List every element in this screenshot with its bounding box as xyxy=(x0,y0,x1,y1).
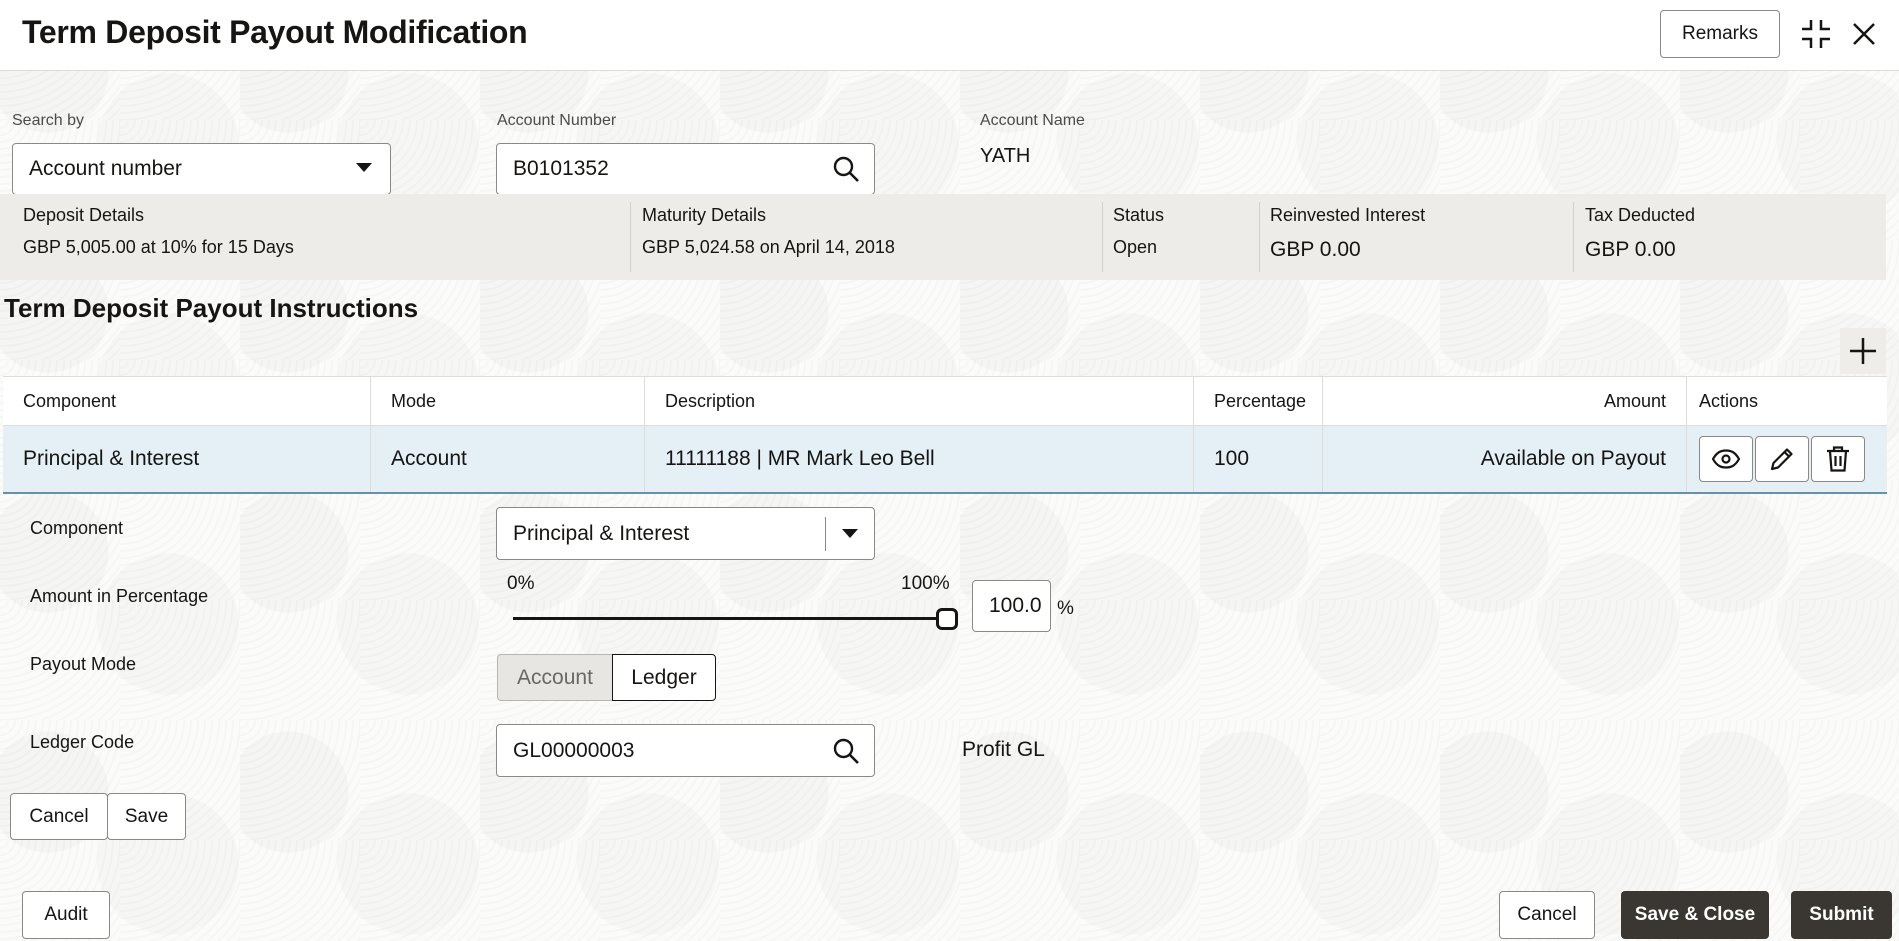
column-header-amount: Amount xyxy=(1323,377,1687,425)
percent-symbol: % xyxy=(1057,598,1074,619)
caret-down-icon xyxy=(356,160,390,178)
divider xyxy=(1102,202,1103,272)
row-component: Principal & Interest xyxy=(3,426,371,492)
column-header-percentage: Percentage xyxy=(1194,377,1323,425)
eye-icon xyxy=(1712,449,1740,469)
slider-max-label: 100% xyxy=(901,573,950,594)
page-title: Term Deposit Payout Modification xyxy=(22,14,528,50)
ledger-code-value: GL00000003 xyxy=(513,738,635,762)
column-header-component: Component xyxy=(3,377,371,425)
component-label: Component xyxy=(30,518,124,538)
account-name-label: Account Name xyxy=(980,112,1085,129)
maturity-details-value: GBP 5,024.58 on April 14, 2018 xyxy=(642,237,895,257)
row-mode: Account xyxy=(371,426,645,492)
column-header-mode: Mode xyxy=(371,377,645,425)
deposit-details-label: Deposit Details xyxy=(23,205,145,225)
component-select[interactable]: Principal & Interest xyxy=(496,507,875,560)
minimize-icon[interactable] xyxy=(1798,16,1834,52)
table-row[interactable]: Principal & Interest Account 11111188 | … xyxy=(3,426,1887,494)
close-icon[interactable] xyxy=(1846,16,1882,52)
deposit-details-value: GBP 5,005.00 at 10% for 15 Days xyxy=(23,237,294,257)
account-number-value: B0101352 xyxy=(513,157,609,180)
tax-deducted-label: Tax Deducted xyxy=(1585,205,1696,225)
slider-handle[interactable] xyxy=(936,608,958,630)
search-icon[interactable] xyxy=(832,737,874,765)
table-header-row: Component Mode Description Percentage Am… xyxy=(3,376,1887,426)
reinvested-interest-value: GBP 0.00 xyxy=(1270,238,1361,261)
row-amount: Available on Payout xyxy=(1323,426,1687,492)
divider xyxy=(1259,202,1260,272)
status-value: Open xyxy=(1113,237,1158,257)
maturity-details-label: Maturity Details xyxy=(642,205,767,225)
account-name-value: YATH xyxy=(980,145,1031,167)
search-by-label: Search by xyxy=(12,112,85,129)
percentage-input[interactable]: 100.0 xyxy=(972,580,1051,632)
divider xyxy=(630,202,631,272)
ledger-code-input[interactable]: GL00000003 xyxy=(496,724,875,777)
component-value: Principal & Interest xyxy=(513,521,690,545)
status-label: Status xyxy=(1113,205,1165,225)
form-cancel-button[interactable]: Cancel xyxy=(10,793,108,840)
add-instruction-button[interactable] xyxy=(1840,328,1886,374)
slider-min-label: 0% xyxy=(507,573,535,594)
divider xyxy=(1573,202,1574,272)
trash-icon xyxy=(1825,445,1851,473)
tax-deducted-value: GBP 0.00 xyxy=(1585,238,1676,261)
payout-mode-label: Payout Mode xyxy=(30,654,137,674)
amount-percentage-label: Amount in Percentage xyxy=(30,586,209,606)
row-description: 11111188 | MR Mark Leo Bell xyxy=(645,426,1194,492)
column-header-actions: Actions xyxy=(1699,390,1759,411)
payout-mode-account[interactable]: Account xyxy=(497,654,612,701)
plus-icon xyxy=(1848,336,1878,366)
submit-button[interactable]: Submit xyxy=(1791,891,1892,939)
reinvested-interest-label: Reinvested Interest xyxy=(1270,205,1426,225)
row-actions xyxy=(1687,426,1887,492)
account-number-input[interactable]: B0101352 xyxy=(496,143,875,195)
delete-button[interactable] xyxy=(1811,436,1865,482)
footer-cancel-button[interactable]: Cancel xyxy=(1499,891,1595,939)
payout-mode-ledger[interactable]: Ledger xyxy=(612,654,716,701)
pencil-icon xyxy=(1769,446,1795,472)
search-icon[interactable] xyxy=(832,155,874,183)
form-save-button[interactable]: Save xyxy=(107,793,186,840)
payout-instructions-table: Component Mode Description Percentage Am… xyxy=(3,376,1887,494)
audit-button[interactable]: Audit xyxy=(22,891,110,939)
slider-track[interactable] xyxy=(513,617,947,620)
view-button[interactable] xyxy=(1699,436,1753,482)
search-by-value: Account number xyxy=(29,157,182,180)
ledger-code-label: Ledger Code xyxy=(30,732,135,752)
edit-button[interactable] xyxy=(1755,436,1809,482)
remarks-button[interactable]: Remarks xyxy=(1660,10,1780,58)
account-number-label: Account Number xyxy=(497,112,617,129)
save-close-button[interactable]: Save & Close xyxy=(1621,891,1769,939)
ledger-code-name: Profit GL xyxy=(962,738,1045,761)
column-header-description: Description xyxy=(645,377,1194,425)
search-by-select[interactable]: Account number xyxy=(12,143,391,195)
row-percentage: 100 xyxy=(1194,426,1323,492)
caret-down-icon xyxy=(826,528,874,539)
section-title: Term Deposit Payout Instructions xyxy=(4,293,419,323)
